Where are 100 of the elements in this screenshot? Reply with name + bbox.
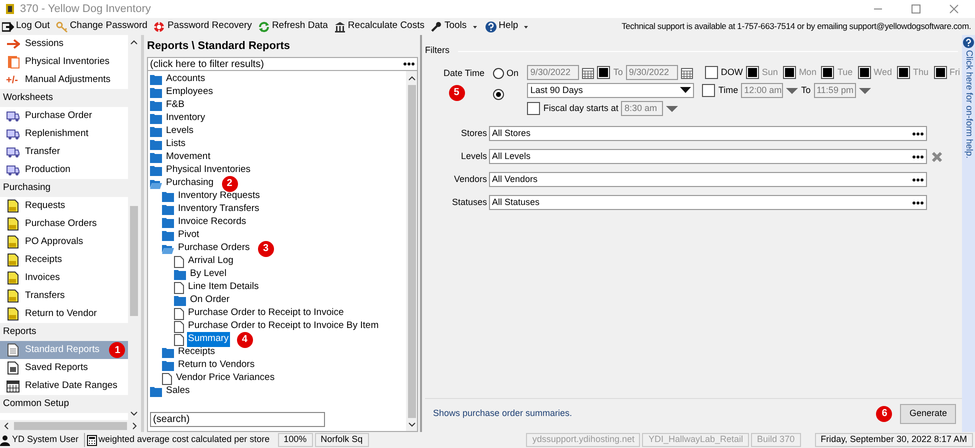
document-icon	[6, 361, 20, 375]
time-field[interactable]: 8:30 am	[621, 101, 664, 116]
checkbox-label: Tue	[837, 66, 853, 79]
truck-icon	[6, 127, 20, 141]
generate-button[interactable]: Generate	[900, 404, 956, 424]
radio-button[interactable]	[492, 88, 504, 100]
ellipsis-icon	[912, 132, 924, 136]
field-label: Levels	[460, 150, 487, 163]
document-icon	[6, 253, 20, 267]
document-icon	[6, 235, 20, 249]
building-columns-icon	[334, 20, 346, 32]
field-label: Date Time	[444, 67, 485, 80]
checkbox[interactable]	[746, 66, 759, 79]
page-icon	[162, 372, 172, 384]
tree-item[interactable]: Sales	[165, 384, 191, 399]
exit-arrow-icon	[2, 20, 14, 32]
document-icon	[6, 307, 20, 321]
tree-item[interactable]: Return to Vendors	[177, 358, 256, 373]
section-header: Reports	[0, 323, 128, 341]
callout-badge: 1	[109, 342, 126, 358]
radio-button[interactable]	[492, 68, 504, 80]
scrollbar[interactable]	[406, 71, 417, 431]
toolbar-button[interactable]: Change Password	[56, 19, 148, 34]
toolbar-button[interactable]: Password Recovery	[153, 19, 252, 34]
tree-item[interactable]: Vendor Price Variances	[175, 371, 276, 386]
clear-icon	[931, 150, 943, 162]
tree-item[interactable]: Pivot	[177, 228, 200, 243]
calendar-icon	[680, 66, 693, 78]
tree-item[interactable]: Invoice Records	[177, 215, 248, 230]
checkbox[interactable]	[896, 66, 910, 79]
tree-item[interactable]: By Level	[189, 267, 228, 282]
picker-field[interactable]: All Statuses	[489, 195, 927, 210]
arrow-icon	[6, 37, 20, 51]
checkbox[interactable]	[821, 66, 834, 79]
tree-item[interactable]: Purchasing	[165, 176, 215, 191]
toolbar-button[interactable]: Log Out	[2, 19, 50, 34]
checkbox[interactable]	[782, 66, 796, 79]
tree-item[interactable]: Receipts	[177, 345, 216, 360]
scroll-thumb[interactable]	[130, 206, 138, 316]
tree-item[interactable]: F&B	[165, 98, 186, 113]
document-icon	[6, 199, 20, 213]
scroll-thumb[interactable]	[408, 85, 416, 418]
checkbox[interactable]	[934, 66, 946, 79]
checkbox[interactable]	[597, 66, 610, 79]
document-icon	[6, 217, 20, 231]
checkbox[interactable]	[704, 66, 718, 79]
picker-field[interactable]: All Vendors	[489, 172, 927, 187]
status-text: Norfolk Sq	[314, 433, 369, 447]
date-field[interactable]: 9/30/2022	[527, 65, 580, 80]
scroll-right-icon	[131, 422, 139, 430]
tree-item[interactable]: Arrival Log	[187, 254, 234, 269]
checkbox-label: Time	[718, 84, 738, 97]
tree-item[interactable]: Summary	[187, 332, 230, 347]
date-field[interactable]: 9/30/2022	[626, 65, 678, 80]
status-text: YDI_HallwayLab_Retail	[642, 433, 750, 447]
sidebar-item[interactable]: Standard Reports 1	[0, 341, 128, 359]
status-text: YD System User	[12, 433, 79, 446]
toolbar-button[interactable]: Help	[484, 19, 530, 34]
tree-item[interactable]: Line Item Details	[187, 280, 260, 295]
tree-item[interactable]: Movement	[165, 150, 212, 165]
tree-item[interactable]: Levels	[165, 124, 194, 139]
tree-item[interactable]: Inventory Requests	[177, 189, 261, 204]
filter-field[interactable]: (click here to filter results)	[147, 57, 418, 71]
range-dropdown[interactable]: Last 90 Days	[527, 83, 694, 98]
toolbar-button[interactable]: Refresh Data	[258, 19, 328, 34]
help-icon	[484, 20, 497, 32]
calculator-icon	[86, 434, 97, 446]
time-field[interactable]: 11:59 pm	[814, 83, 856, 98]
search-field[interactable]: (search)	[150, 412, 325, 427]
tree-item[interactable]: Inventory	[165, 111, 206, 126]
truck-icon	[6, 163, 20, 177]
toolbar-button[interactable]: Tools	[430, 19, 479, 34]
checkbox[interactable]	[527, 102, 540, 115]
dropdown-arrow-icon	[858, 86, 871, 94]
tree-item[interactable]: On Order	[189, 293, 231, 308]
tree-item[interactable]: Purchase Orders	[177, 241, 251, 256]
tree-item[interactable]: Physical Inventories	[165, 163, 252, 178]
ellipsis-icon	[403, 62, 415, 66]
page-icon	[174, 282, 184, 294]
field-label: Vendors	[452, 172, 487, 186]
toolbar-button[interactable]: Recalculate Costs	[334, 19, 424, 34]
tree-item[interactable]: Lists	[165, 137, 187, 152]
tree-item[interactable]: Purchase Order to Receipt to Invoice	[187, 306, 345, 321]
lifebuoy-icon	[153, 20, 166, 32]
key-icon	[56, 20, 68, 32]
picker-field[interactable]: All Levels	[489, 149, 927, 164]
checkbox-label: Wed	[874, 66, 892, 79]
time-field[interactable]: 12:00 am	[741, 83, 784, 98]
tree-item[interactable]: Accounts	[165, 72, 206, 87]
scroll-thumb[interactable]	[14, 422, 127, 430]
tree-item[interactable]: Purchase Order to Receipt to Invoice By Item	[187, 319, 380, 334]
help-text: Click here for on-form help.	[963, 50, 975, 159]
user-icon	[0, 434, 10, 446]
help-strip[interactable]: Click here for on-form help.	[962, 35, 975, 432]
checkbox[interactable]	[702, 84, 716, 97]
checkbox[interactable]	[858, 66, 871, 79]
tree-item[interactable]: Employees	[165, 85, 214, 100]
picker-field[interactable]: All Stores	[489, 126, 927, 141]
tree-item[interactable]: Inventory Transfers	[177, 202, 260, 217]
page-icon	[174, 308, 184, 320]
